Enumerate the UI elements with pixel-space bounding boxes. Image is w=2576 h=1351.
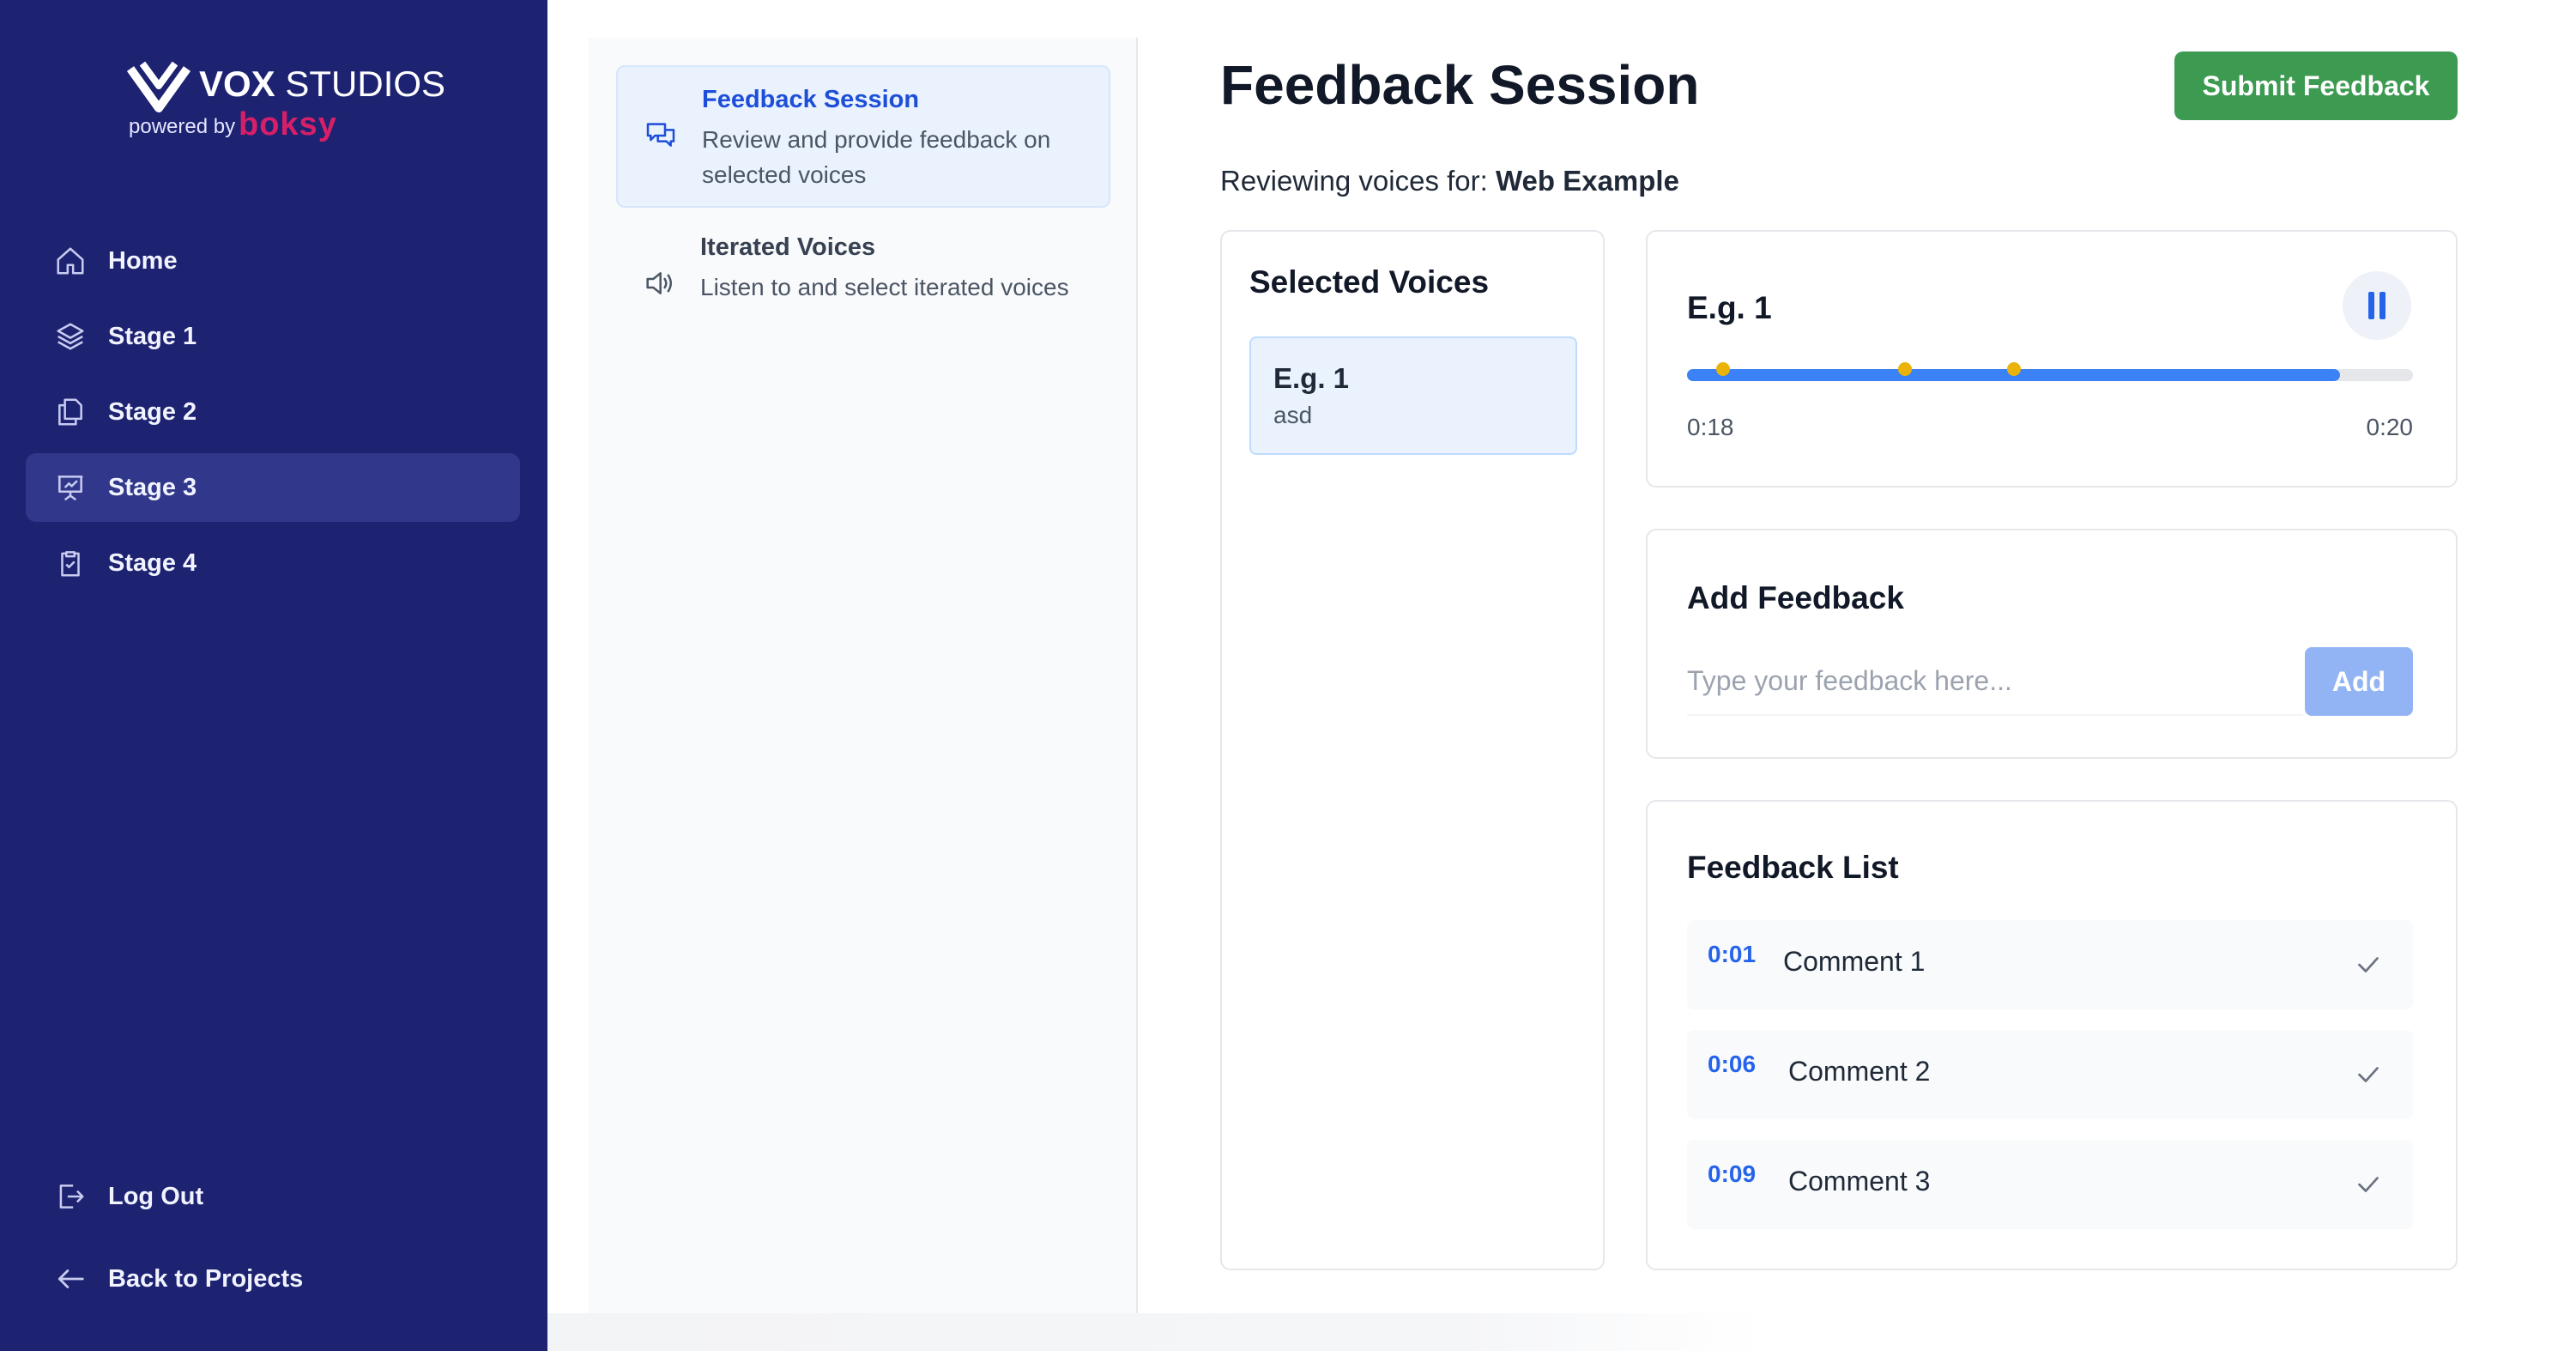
submit-feedback-button[interactable]: Submit Feedback [2174, 51, 2458, 120]
back-to-projects-button[interactable]: Back to Projects [26, 1245, 520, 1313]
brand-name: VOX STUDIOS [199, 64, 446, 104]
check-icon[interactable] [2353, 1169, 2384, 1200]
feedback-text: Comment 1 [1783, 946, 1926, 977]
clipboard-icon [51, 544, 89, 582]
feedback-list-title: Feedback List [1687, 850, 1899, 885]
speaker-icon [642, 266, 680, 304]
sidebar-item-label: Home [108, 246, 178, 275]
selected-voices-title: Selected Voices [1249, 264, 1490, 300]
add-feedback-card: Add Feedback Add [1646, 529, 2458, 759]
sidebar-item-stage-1[interactable]: Stage 1 [26, 302, 520, 371]
pause-icon [2379, 292, 2386, 319]
comment-marker[interactable] [2006, 362, 2021, 376]
reviewing-prefix: Reviewing voices for: [1220, 165, 1488, 197]
sidebar-item-stage-2[interactable]: Stage 2 [26, 378, 520, 446]
add-feedback-button[interactable]: Add [2305, 647, 2413, 716]
total-time: 0:20 [2366, 414, 2414, 440]
selected-voices-card: Selected Voices E.g. 1 asd [1220, 230, 1605, 1270]
sidebar-item-stage-4[interactable]: Stage 4 [26, 529, 520, 597]
logout-label: Log Out [108, 1182, 204, 1210]
logout-button[interactable]: Log Out [26, 1162, 520, 1231]
voice-name: E.g. 1 [1273, 362, 1350, 394]
feedback-item[interactable]: 0:09 Comment 3 [1687, 1140, 2413, 1229]
reviewing-voices-text: Reviewing voices for: Web Example [1220, 165, 1679, 197]
add-feedback-title: Add Feedback [1687, 580, 1904, 615]
logout-icon [51, 1178, 89, 1215]
powered-by-text: powered by [129, 115, 236, 138]
subnav-item-feedback-session[interactable]: Feedback Session Review and provide feed… [616, 65, 1110, 208]
copy-icon [51, 393, 89, 431]
comment-marker[interactable] [1897, 362, 1912, 376]
subnav-item-desc: Listen to and select iterated voices [700, 274, 1069, 300]
subnav-item-desc: Review and provide feedback on selected … [702, 126, 1051, 188]
sidebar-item-label: Stage 3 [108, 473, 197, 501]
chat-bubbles-icon [644, 118, 681, 156]
arrow-left-icon [51, 1260, 89, 1298]
feedback-text: Comment 2 [1788, 1056, 1931, 1087]
presentation-icon [51, 469, 89, 506]
vox-studios-logo[interactable]: VOX STUDIOS powered by boksy [127, 53, 445, 149]
back-to-projects-label: Back to Projects [108, 1264, 304, 1293]
sidebar-item-label: Stage 1 [108, 322, 197, 350]
feedback-list-card: Feedback List 0:01 Comment 1 0:06 Commen… [1646, 800, 2458, 1270]
sidebar: VOX STUDIOS powered by boksy Home Stage … [0, 0, 547, 1351]
project-name: Web Example [1495, 165, 1679, 197]
feedback-timestamp[interactable]: 0:09 [1708, 1160, 1756, 1188]
feedback-item[interactable]: 0:06 Comment 2 [1687, 1030, 2413, 1119]
feedback-item[interactable]: 0:01 Comment 1 [1687, 920, 2413, 1009]
audio-player-card: E.g. 1 0:18 0:20 [1646, 230, 2458, 488]
sidebar-item-label: Stage 4 [108, 548, 197, 577]
check-icon[interactable] [2353, 949, 2384, 980]
subnav-item-title: Feedback Session [702, 86, 920, 113]
stage-subnav: Feedback Session Review and provide feed… [589, 38, 1138, 1313]
progress-track[interactable] [1687, 362, 2413, 381]
pause-button[interactable] [2343, 271, 2411, 340]
feedback-text: Comment 3 [1788, 1166, 1931, 1197]
pause-icon [2368, 292, 2374, 319]
sidebar-item-home[interactable]: Home [26, 227, 520, 295]
boksy-logo: boksy [239, 106, 337, 142]
sidebar-item-label: Stage 2 [108, 397, 197, 426]
subnav-item-title: Iterated Voices [700, 233, 876, 261]
sidebar-item-stage-3[interactable]: Stage 3 [26, 453, 520, 522]
bottom-scroll-strip [547, 1313, 2576, 1351]
home-icon [51, 242, 89, 280]
subnav-item-iterated-voices[interactable]: Iterated Voices Listen to and select ite… [616, 215, 1110, 357]
feedback-input[interactable] [1687, 647, 2303, 716]
page-title: Feedback Session [1220, 54, 1700, 116]
check-icon[interactable] [2353, 1059, 2384, 1090]
feedback-timestamp[interactable]: 0:06 [1708, 1051, 1756, 1078]
vox-logo-icon [127, 61, 190, 112]
voice-description: asd [1273, 402, 1313, 428]
layers-icon [51, 318, 89, 355]
player-voice-name: E.g. 1 [1687, 290, 1772, 325]
voice-item[interactable]: E.g. 1 asd [1249, 336, 1577, 455]
current-time: 0:18 [1687, 414, 1734, 440]
feedback-timestamp[interactable]: 0:01 [1708, 941, 1756, 968]
